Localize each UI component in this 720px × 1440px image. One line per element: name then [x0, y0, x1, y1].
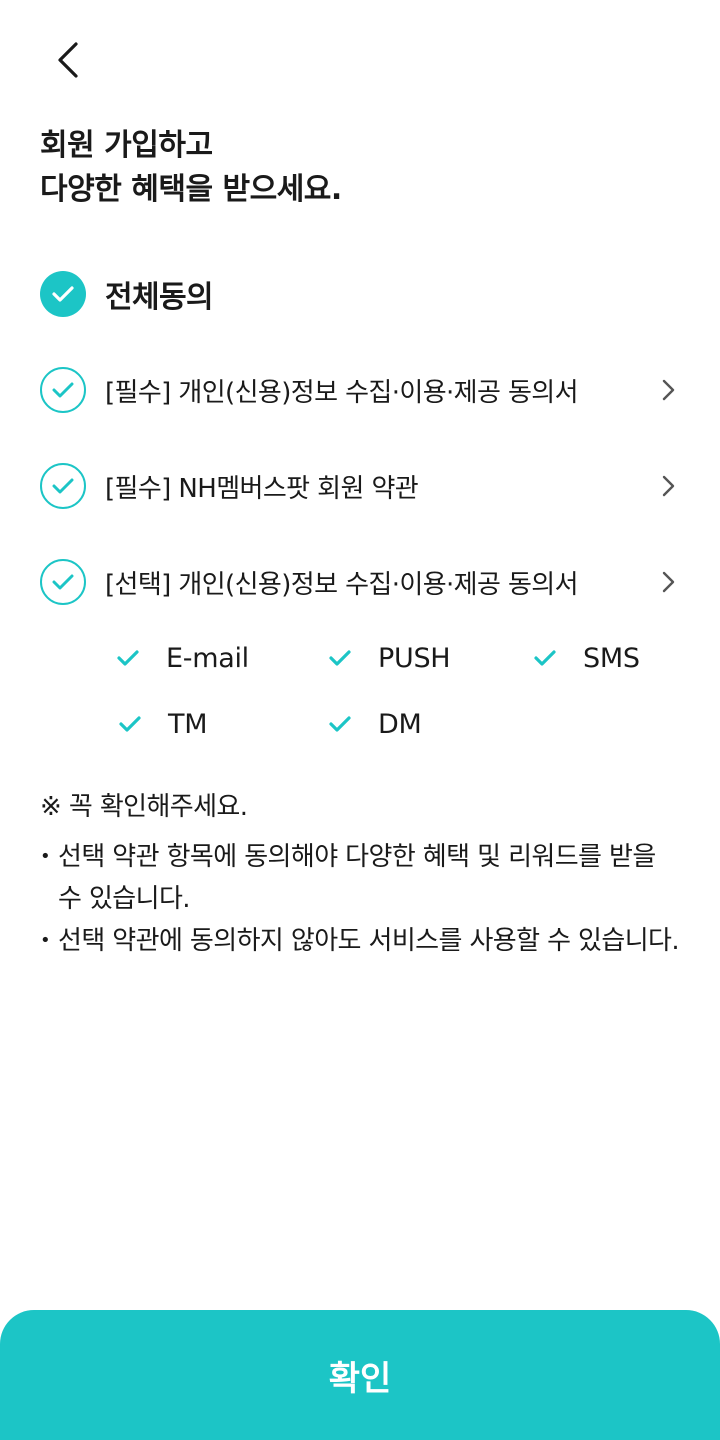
agreement-item-optional-personal-info[interactable]: [선택] 개인(신용)정보 수집·이용·제공 동의서	[40, 558, 680, 606]
chevron-right-icon[interactable]	[656, 570, 680, 594]
agreement-item-required-terms[interactable]: [필수] NH멤버스팟 회원 약관	[40, 462, 680, 510]
page-title: 회원 가입하고 다양한 혜택을 받으세요.	[40, 124, 342, 212]
agreement-item-label: [선택] 개인(신용)정보 수집·이용·제공 동의서	[105, 569, 579, 600]
chevron-left-icon	[58, 42, 78, 78]
check-icon	[329, 716, 351, 732]
channel-checkbox-push[interactable]: PUSH	[328, 638, 451, 678]
channel-label: DM	[378, 708, 422, 740]
check-icon	[329, 650, 351, 666]
notice-section: ※ 꼭 확인해주세요. 선택 약관 항목에 동의해야 다양한 혜택 및 리워드를…	[40, 786, 680, 962]
agreement-item-required-personal-info[interactable]: [필수] 개인(신용)정보 수집·이용·제공 동의서	[40, 366, 680, 414]
back-button[interactable]	[48, 38, 88, 82]
agreement-item-label: [필수] 개인(신용)정보 수집·이용·제공 동의서	[105, 377, 579, 408]
notice-bullet: 선택 약관에 동의하지 않아도 서비스를 사용할 수 있습니다.	[40, 920, 680, 962]
channel-label: E-mail	[166, 642, 249, 674]
channel-checkbox-dm[interactable]: DM	[328, 704, 422, 744]
title-line-1: 회원 가입하고	[40, 128, 213, 163]
agreement-item-label: [필수] NH멤버스팟 회원 약관	[105, 473, 419, 504]
check-circle-icon	[40, 559, 86, 605]
notice-heading: ※ 꼭 확인해주세요.	[40, 792, 248, 822]
channel-checkbox-sms[interactable]: SMS	[533, 638, 640, 678]
chevron-right-icon[interactable]	[656, 474, 680, 498]
chevron-right-icon[interactable]	[656, 378, 680, 402]
agree-all-checkbox[interactable]: 전체동의	[40, 270, 680, 318]
check-icon	[117, 650, 139, 666]
agree-all-label: 전체동의	[105, 280, 214, 315]
title-line-2: 다양한 혜택을 받으세요.	[40, 172, 342, 207]
check-icon	[534, 650, 556, 666]
channel-label: SMS	[583, 642, 640, 674]
notice-bullet: 선택 약관 항목에 동의해야 다양한 혜택 및 리워드를 받을 수 있습니다.	[40, 836, 680, 920]
check-circle-icon	[40, 463, 86, 509]
channel-label: TM	[168, 708, 208, 740]
channel-checkbox-email[interactable]: E-mail	[116, 638, 249, 678]
check-circle-icon	[40, 367, 86, 413]
channel-label: PUSH	[378, 642, 451, 674]
channel-checkbox-tm[interactable]: TM	[118, 704, 208, 744]
confirm-button[interactable]: 확인	[0, 1310, 720, 1440]
check-icon	[119, 716, 141, 732]
checked-circle-icon	[40, 271, 86, 317]
